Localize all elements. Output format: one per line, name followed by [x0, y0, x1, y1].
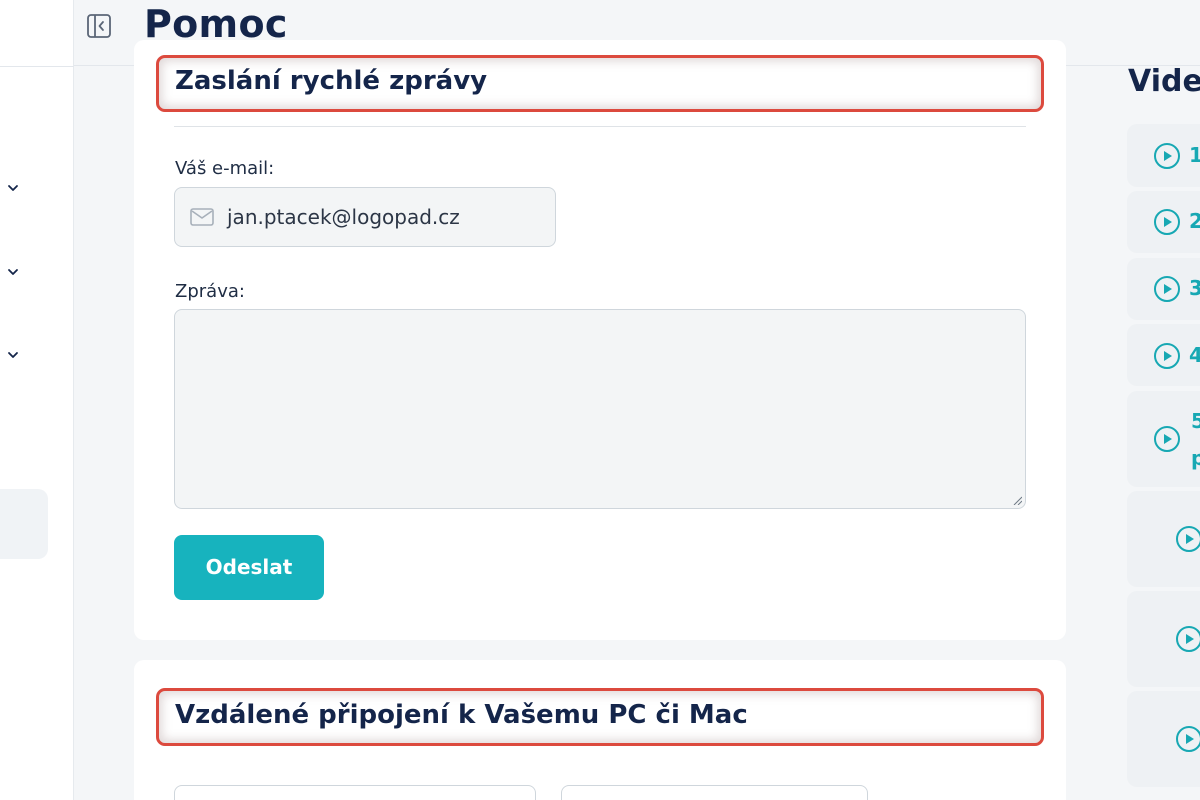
email-field[interactable]: jan.ptacek@logopad.cz [174, 187, 556, 247]
video-title-fragment: p [1191, 446, 1200, 470]
play-icon [1153, 142, 1181, 170]
sidebar-collapse-button[interactable] [86, 13, 112, 39]
highlight-box [156, 688, 1044, 746]
chevron-down-icon[interactable] [6, 181, 20, 195]
video-list-item[interactable]: 4 [1127, 324, 1200, 386]
mail-icon [190, 208, 214, 226]
email-value: jan.ptacek@logopad.cz [227, 205, 460, 229]
email-label: Váš e-mail: [175, 158, 275, 179]
play-icon [1175, 625, 1200, 653]
send-button[interactable]: Odeslat [174, 535, 324, 600]
resize-grip-icon[interactable] [1012, 495, 1022, 505]
highlight-box [156, 55, 1044, 112]
video-list-item[interactable] [1127, 491, 1200, 587]
app-root: Pomoc Zaslání rychlé zprávy Váš e-mail: … [0, 0, 1200, 800]
video-list-item[interactable]: 2 [1127, 191, 1200, 253]
video-list-item[interactable] [1127, 591, 1200, 687]
section-divider [174, 126, 1026, 127]
video-list-item[interactable]: 1 [1127, 124, 1200, 187]
video-list-item[interactable] [1127, 691, 1200, 787]
chevron-down-icon[interactable] [6, 348, 20, 362]
message-textarea[interactable] [174, 309, 1026, 509]
videos-title: Videa [1128, 64, 1200, 99]
sidebar [0, 0, 74, 800]
video-number: 2 [1189, 209, 1200, 233]
remote-option-box[interactable] [174, 785, 536, 800]
play-icon [1153, 342, 1181, 370]
video-number: 1 [1189, 143, 1200, 167]
remote-option-box[interactable] [561, 785, 868, 800]
play-icon [1153, 208, 1181, 236]
sidebar-divider [0, 66, 74, 67]
play-icon [1153, 425, 1181, 453]
chevron-down-icon[interactable] [6, 265, 20, 279]
play-icon [1175, 525, 1200, 553]
play-icon [1153, 275, 1181, 303]
sidebar-item-active[interactable] [0, 489, 48, 559]
collapse-icon [87, 14, 111, 38]
video-number: 4 [1189, 343, 1200, 367]
play-icon [1175, 725, 1200, 753]
video-number: 5 [1191, 409, 1200, 433]
video-list-item[interactable]: 3 [1127, 258, 1200, 320]
video-list-item[interactable]: 5 p [1127, 391, 1200, 487]
message-label: Zpráva: [175, 281, 245, 302]
video-number: 3 [1189, 276, 1200, 300]
